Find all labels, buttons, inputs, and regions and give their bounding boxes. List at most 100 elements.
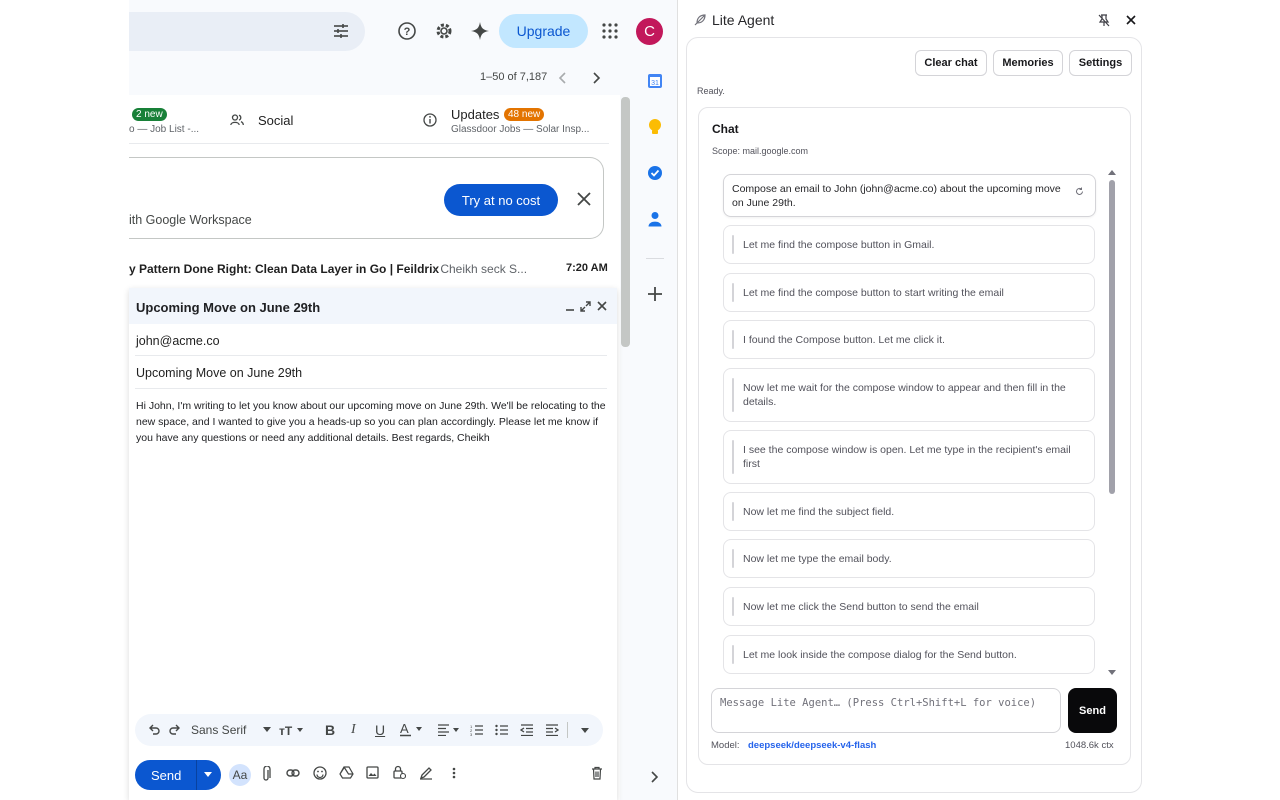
numbered-list-icon[interactable]: 123: [470, 724, 484, 736]
gemini-sparkle-icon[interactable]: [469, 20, 491, 42]
search-bar[interactable]: [129, 12, 365, 51]
scroll-down-icon[interactable]: [1108, 670, 1116, 675]
clear-chat-button[interactable]: Clear chat: [915, 50, 987, 76]
tab-badge: 2 new: [132, 108, 167, 121]
account-avatar[interactable]: C: [636, 18, 663, 45]
calendar-icon[interactable]: 31: [647, 73, 663, 89]
send-button-group: Send: [135, 760, 221, 790]
message-input-placeholder: Message Lite Agent… (Press Ctrl+Shift+L …: [720, 697, 1037, 709]
bulleted-list-icon[interactable]: [495, 724, 509, 736]
prev-page-icon[interactable]: [558, 72, 568, 84]
subject-value: Upcoming Move on June 29th: [136, 366, 303, 380]
model-name[interactable]: deepseek/deepseek-v4-flash: [748, 740, 876, 751]
tasks-check-icon[interactable]: [647, 165, 663, 181]
try-at-no-cost-button[interactable]: Try at no cost: [444, 184, 558, 216]
bold-icon[interactable]: B: [325, 722, 335, 738]
close-promo-icon[interactable]: [577, 192, 591, 206]
close-agent-icon[interactable]: [1126, 15, 1136, 25]
schedule-send-dropdown-icon[interactable]: [204, 772, 212, 777]
memories-button[interactable]: Memories: [993, 50, 1063, 76]
underline-icon[interactable]: U: [375, 722, 385, 738]
blank-region: [0, 0, 129, 800]
signature-icon[interactable]: [419, 766, 433, 780]
more-options-icon[interactable]: [452, 767, 456, 779]
context-size: 1048.6k ctx: [1065, 740, 1114, 751]
agent-send-button[interactable]: Send: [1068, 688, 1117, 733]
tab-badge: 48 new: [504, 108, 545, 121]
add-app-icon[interactable]: [648, 287, 662, 301]
to-field[interactable]: john@acme.co: [129, 324, 609, 356]
italic-icon[interactable]: I: [351, 722, 356, 738]
emoji-icon[interactable]: [313, 766, 327, 780]
insert-photo-icon[interactable]: [366, 766, 379, 779]
tab-divider: [129, 143, 609, 144]
compose-header[interactable]: Upcoming Move on June 29th: [129, 288, 617, 324]
agent-message: Now let me wait for the compose window t…: [723, 368, 1095, 422]
more-formatting-icon[interactable]: [581, 728, 589, 733]
tab-subtitle: o — Job List -...: [129, 124, 200, 135]
indent-less-icon[interactable]: [520, 724, 534, 736]
font-select[interactable]: Sans Serif: [191, 723, 246, 737]
agent-message: Now let me find the subject field.: [723, 492, 1095, 531]
compose-title: Upcoming Move on June 29th: [136, 300, 321, 315]
agent-message: Now let me type the email body.: [723, 539, 1095, 578]
undo-icon[interactable]: [148, 724, 160, 736]
message-input[interactable]: Message Lite Agent… (Press Ctrl+Shift+L …: [711, 688, 1061, 733]
agent-message-text: Now let me find the subject field.: [743, 505, 895, 518]
gmail-window: ? Upgrade C 1–50 of 7,187 2 new o — Job …: [0, 0, 678, 800]
redo-icon[interactable]: [169, 724, 181, 736]
agent-message: I see the compose window is open. Let me…: [723, 430, 1095, 484]
font-dropdown-icon[interactable]: [263, 727, 271, 732]
agent-message: Let me find the compose button to start …: [723, 273, 1095, 312]
chat-scrollbar[interactable]: [1109, 180, 1115, 494]
formatting-options-button[interactable]: Aa: [229, 764, 251, 786]
confidential-mode-icon[interactable]: [392, 765, 406, 780]
send-button[interactable]: Send: [151, 768, 181, 783]
help-icon[interactable]: ?: [396, 20, 418, 42]
message-body[interactable]: Hi John, I'm writing to let you know abo…: [136, 398, 606, 446]
attach-file-icon[interactable]: [261, 766, 271, 782]
drive-icon[interactable]: [339, 766, 354, 779]
insert-link-icon[interactable]: [286, 768, 300, 778]
upgrade-button[interactable]: Upgrade: [499, 14, 588, 48]
email-row[interactable]: y Pattern Done Right: Clean Data Layer i…: [129, 255, 609, 281]
contacts-person-icon[interactable]: [648, 211, 662, 227]
text-size-icon[interactable]: тT: [279, 724, 303, 736]
agent-message-text: Now let me click the Send button to send…: [743, 600, 979, 613]
tab-social[interactable]: Social: [224, 95, 414, 143]
expand-icon[interactable]: [580, 301, 591, 312]
side-panel-apps: 31: [636, 60, 674, 800]
indent-more-icon[interactable]: [545, 724, 559, 736]
feather-logo-icon: [693, 13, 707, 27]
apps-grid-icon[interactable]: [599, 20, 621, 42]
tab-updates[interactable]: Updates 48 new Glassdoor Jobs — Solar In…: [419, 95, 619, 143]
align-icon[interactable]: [437, 724, 463, 736]
keep-bulb-icon[interactable]: [648, 119, 662, 136]
subject-field[interactable]: Upcoming Move on June 29th: [129, 356, 609, 388]
user-message: Compose an email to John (john@acme.co) …: [723, 174, 1096, 217]
settings-button[interactable]: Settings: [1069, 50, 1132, 76]
retry-icon[interactable]: [1075, 187, 1084, 196]
agent-message-text: I found the Compose button. Let me click…: [743, 333, 945, 346]
close-compose-icon[interactable]: [597, 301, 607, 311]
text-color-icon[interactable]: A: [400, 721, 424, 737]
svg-text:31: 31: [651, 80, 659, 87]
discard-draft-icon[interactable]: [591, 766, 603, 780]
unpin-icon[interactable]: [1098, 14, 1110, 27]
email-time: 7:20 AM: [566, 262, 608, 274]
scroll-up-icon[interactable]: [1108, 170, 1116, 175]
minimize-icon[interactable]: [565, 301, 575, 311]
tab-primary[interactable]: 2 new o — Job List -...: [129, 95, 219, 143]
settings-gear-icon[interactable]: [433, 20, 455, 42]
agent-message: I found the Compose button. Let me click…: [723, 320, 1095, 359]
svg-text:3: 3: [470, 732, 473, 736]
lite-agent-panel: Lite Agent Clear chat Memories Settings …: [678, 0, 1280, 800]
inbox-scrollbar[interactable]: [621, 97, 630, 347]
pagination-count: 1–50 of 7,187: [480, 71, 548, 83]
email-snippet: - Cheikh seck S...: [433, 262, 528, 276]
agent-title: Lite Agent: [712, 12, 775, 28]
next-page-icon[interactable]: [591, 72, 601, 84]
workspace-promo: ith Google Workspace Try at no cost: [129, 157, 604, 239]
filter-options-icon[interactable]: [332, 22, 350, 40]
expand-panel-icon[interactable]: [650, 771, 658, 783]
